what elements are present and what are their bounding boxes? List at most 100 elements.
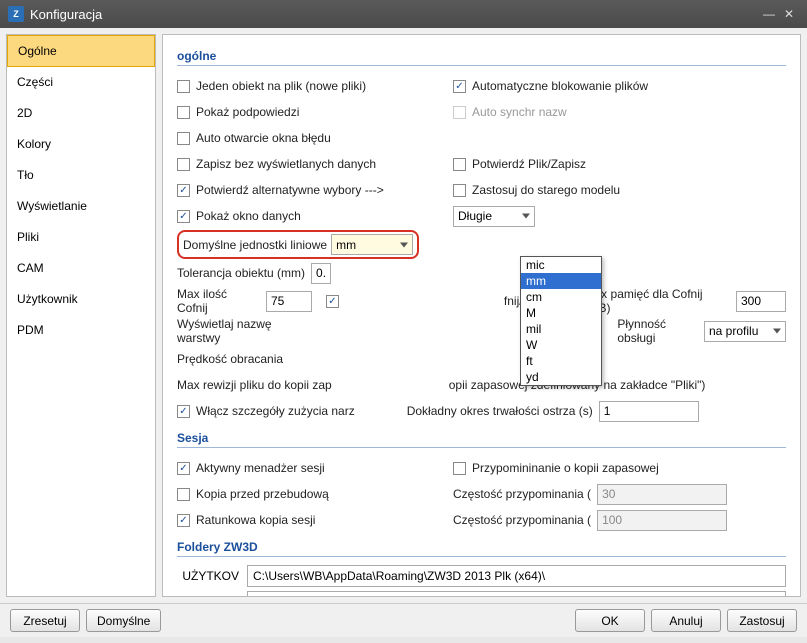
cancel-button[interactable]: Anuluj bbox=[651, 609, 721, 632]
sidebar-item-label: Ogólne bbox=[18, 44, 57, 58]
label: Ratunkowa kopia sesji bbox=[196, 513, 315, 527]
dropdown-item[interactable]: mic bbox=[521, 257, 601, 273]
group-general: ogólne bbox=[177, 49, 786, 66]
select-value: Długie bbox=[458, 209, 492, 223]
window-title: Konfiguracja bbox=[30, 7, 759, 22]
checkbox-wear-details[interactable] bbox=[177, 405, 190, 418]
input-wear-period[interactable] bbox=[599, 401, 699, 422]
label-program-path: Program bbox=[177, 595, 239, 597]
label: Przypomininanie o kopii zapasowej bbox=[472, 461, 659, 475]
label: Auto synchr nazw bbox=[472, 105, 567, 119]
sidebar-item-label: Pliki bbox=[17, 230, 39, 244]
sidebar-item-parts[interactable]: Części bbox=[7, 67, 155, 98]
label: Auto otwarcie okna błędu bbox=[196, 131, 331, 145]
reset-button[interactable]: Zresetuj bbox=[10, 609, 80, 632]
checkbox-one-object[interactable] bbox=[177, 80, 190, 93]
label-default-units: Domyślne jednostki liniowe bbox=[183, 238, 327, 252]
checkbox-session-manager[interactable] bbox=[177, 462, 190, 475]
sidebar-item-label: Kolory bbox=[17, 137, 51, 151]
sidebar-item-pdm[interactable]: PDM bbox=[7, 315, 155, 346]
sidebar-item-background[interactable]: Tło bbox=[7, 160, 155, 191]
label: Potwierdź Plik/Zapisz bbox=[472, 157, 586, 171]
sidebar-item-label: PDM bbox=[17, 323, 44, 337]
checkbox-rescue-copy[interactable] bbox=[177, 514, 190, 527]
group-folders: Foldery ZW3D bbox=[177, 540, 786, 557]
checkbox-save-no-display[interactable] bbox=[177, 158, 190, 171]
checkbox-confirm-save[interactable] bbox=[453, 158, 466, 171]
defaults-button[interactable]: Domyślne bbox=[86, 609, 161, 632]
input-user-path[interactable] bbox=[247, 565, 786, 587]
label-rotation-speed: Prędkość obracania bbox=[177, 352, 283, 366]
dropdown-item[interactable]: M bbox=[521, 305, 601, 321]
label-max-mem: Max pamięć dla Cofnij (MB) bbox=[585, 287, 730, 315]
sidebar-item-label: Tło bbox=[17, 168, 34, 182]
content-panel: ogólne Jeden obiekt na plik (nowe pliki)… bbox=[162, 34, 801, 597]
select-smoothness[interactable]: na profilu bbox=[704, 321, 786, 342]
label: Kopia przed przebudową bbox=[196, 487, 329, 501]
label: Częstość przypominania ( bbox=[453, 513, 591, 527]
checkbox-copy-before-rebuild[interactable] bbox=[177, 488, 190, 501]
checkbox-show-data-win[interactable] bbox=[177, 210, 190, 223]
sidebar-item-general[interactable]: Ogólne bbox=[7, 35, 155, 67]
group-session: Sesja bbox=[177, 431, 786, 448]
label-wear-period: Dokładny okres trwałości ostrza (s) bbox=[407, 404, 593, 418]
label: Potwierdź alternatywne wybory ---> bbox=[196, 183, 384, 197]
titlebar: Z Konfiguracja — ✕ bbox=[0, 0, 807, 28]
sidebar-item-label: Użytkownik bbox=[17, 292, 78, 306]
app-icon: Z bbox=[8, 6, 24, 22]
label: Pokaż okno danych bbox=[196, 209, 301, 223]
dropdown-units-list[interactable]: mic mm cm M mil W ft yd bbox=[520, 256, 602, 386]
checkbox-hints[interactable] bbox=[177, 106, 190, 119]
ok-button[interactable]: OK bbox=[575, 609, 645, 632]
sidebar-item-user[interactable]: Użytkownik bbox=[7, 284, 155, 315]
label: Jeden obiekt na plik (nowe pliki) bbox=[196, 79, 366, 93]
checkbox-apply-old[interactable] bbox=[453, 184, 466, 197]
dropdown-item[interactable]: yd bbox=[521, 369, 601, 385]
highlight-default-units: Domyślne jednostki liniowe mm bbox=[177, 230, 419, 259]
input-program-path[interactable] bbox=[247, 591, 786, 597]
sidebar-item-label: 2D bbox=[17, 106, 32, 120]
sidebar-item-label: CAM bbox=[17, 261, 44, 275]
label: Częstość przypominania ( bbox=[453, 487, 591, 501]
checkbox-auto-sync bbox=[453, 106, 466, 119]
sidebar-item-colors[interactable]: Kolory bbox=[7, 129, 155, 160]
dropdown-item[interactable]: cm bbox=[521, 289, 601, 305]
sidebar-item-cam[interactable]: CAM bbox=[7, 253, 155, 284]
input-remind-freq2 bbox=[597, 510, 727, 531]
dropdown-item[interactable]: ft bbox=[521, 353, 601, 369]
sidebar-item-display[interactable]: Wyświetlanie bbox=[7, 191, 155, 222]
sidebar-item-2d[interactable]: 2D bbox=[7, 98, 155, 129]
close-icon[interactable]: ✕ bbox=[779, 7, 799, 21]
sidebar: Ogólne Części 2D Kolory Tło Wyświetlanie… bbox=[6, 34, 156, 597]
checkbox-backup-reminder[interactable] bbox=[453, 462, 466, 475]
input-max-undo[interactable] bbox=[266, 291, 312, 312]
label-max-undo: Max ilość Cofnij bbox=[177, 287, 260, 315]
label-layer-name: Wyświetlaj nazwę warstwy bbox=[177, 317, 311, 345]
label: Włącz szczegóły zużycia narz bbox=[196, 404, 355, 418]
label-max-revisions: Max rewizji pliku do kopii zap bbox=[177, 378, 332, 392]
input-remind-freq1 bbox=[597, 484, 727, 505]
sidebar-item-label: Części bbox=[17, 75, 53, 89]
select-data-window[interactable]: Długie bbox=[453, 206, 535, 227]
input-max-mem[interactable] bbox=[736, 291, 786, 312]
dropdown-item[interactable]: mm bbox=[521, 273, 601, 289]
select-default-units[interactable]: mm bbox=[331, 234, 413, 255]
input-tolerance[interactable] bbox=[311, 263, 331, 284]
checkbox-auto-error[interactable] bbox=[177, 132, 190, 145]
select-value: na profilu bbox=[709, 324, 758, 338]
footer: Zresetuj Domyślne OK Anuluj Zastosuj bbox=[0, 603, 807, 637]
apply-button[interactable]: Zastosuj bbox=[727, 609, 797, 632]
sidebar-item-label: Wyświetlanie bbox=[17, 199, 87, 213]
label-smoothness: Płynność obsługi bbox=[617, 317, 698, 345]
label: Zapisz bez wyświetlanych danych bbox=[196, 157, 376, 171]
checkbox-auto-lock[interactable] bbox=[453, 80, 466, 93]
checkbox-undo-redo[interactable] bbox=[326, 295, 339, 308]
dropdown-item[interactable]: mil bbox=[521, 321, 601, 337]
label-user-path: UŻYTKOV bbox=[177, 569, 239, 583]
minimize-icon[interactable]: — bbox=[759, 7, 779, 21]
select-value: mm bbox=[336, 238, 356, 252]
dropdown-item[interactable]: W bbox=[521, 337, 601, 353]
label: Pokaż podpowiedzi bbox=[196, 105, 299, 119]
checkbox-confirm-alt[interactable] bbox=[177, 184, 190, 197]
sidebar-item-files[interactable]: Pliki bbox=[7, 222, 155, 253]
